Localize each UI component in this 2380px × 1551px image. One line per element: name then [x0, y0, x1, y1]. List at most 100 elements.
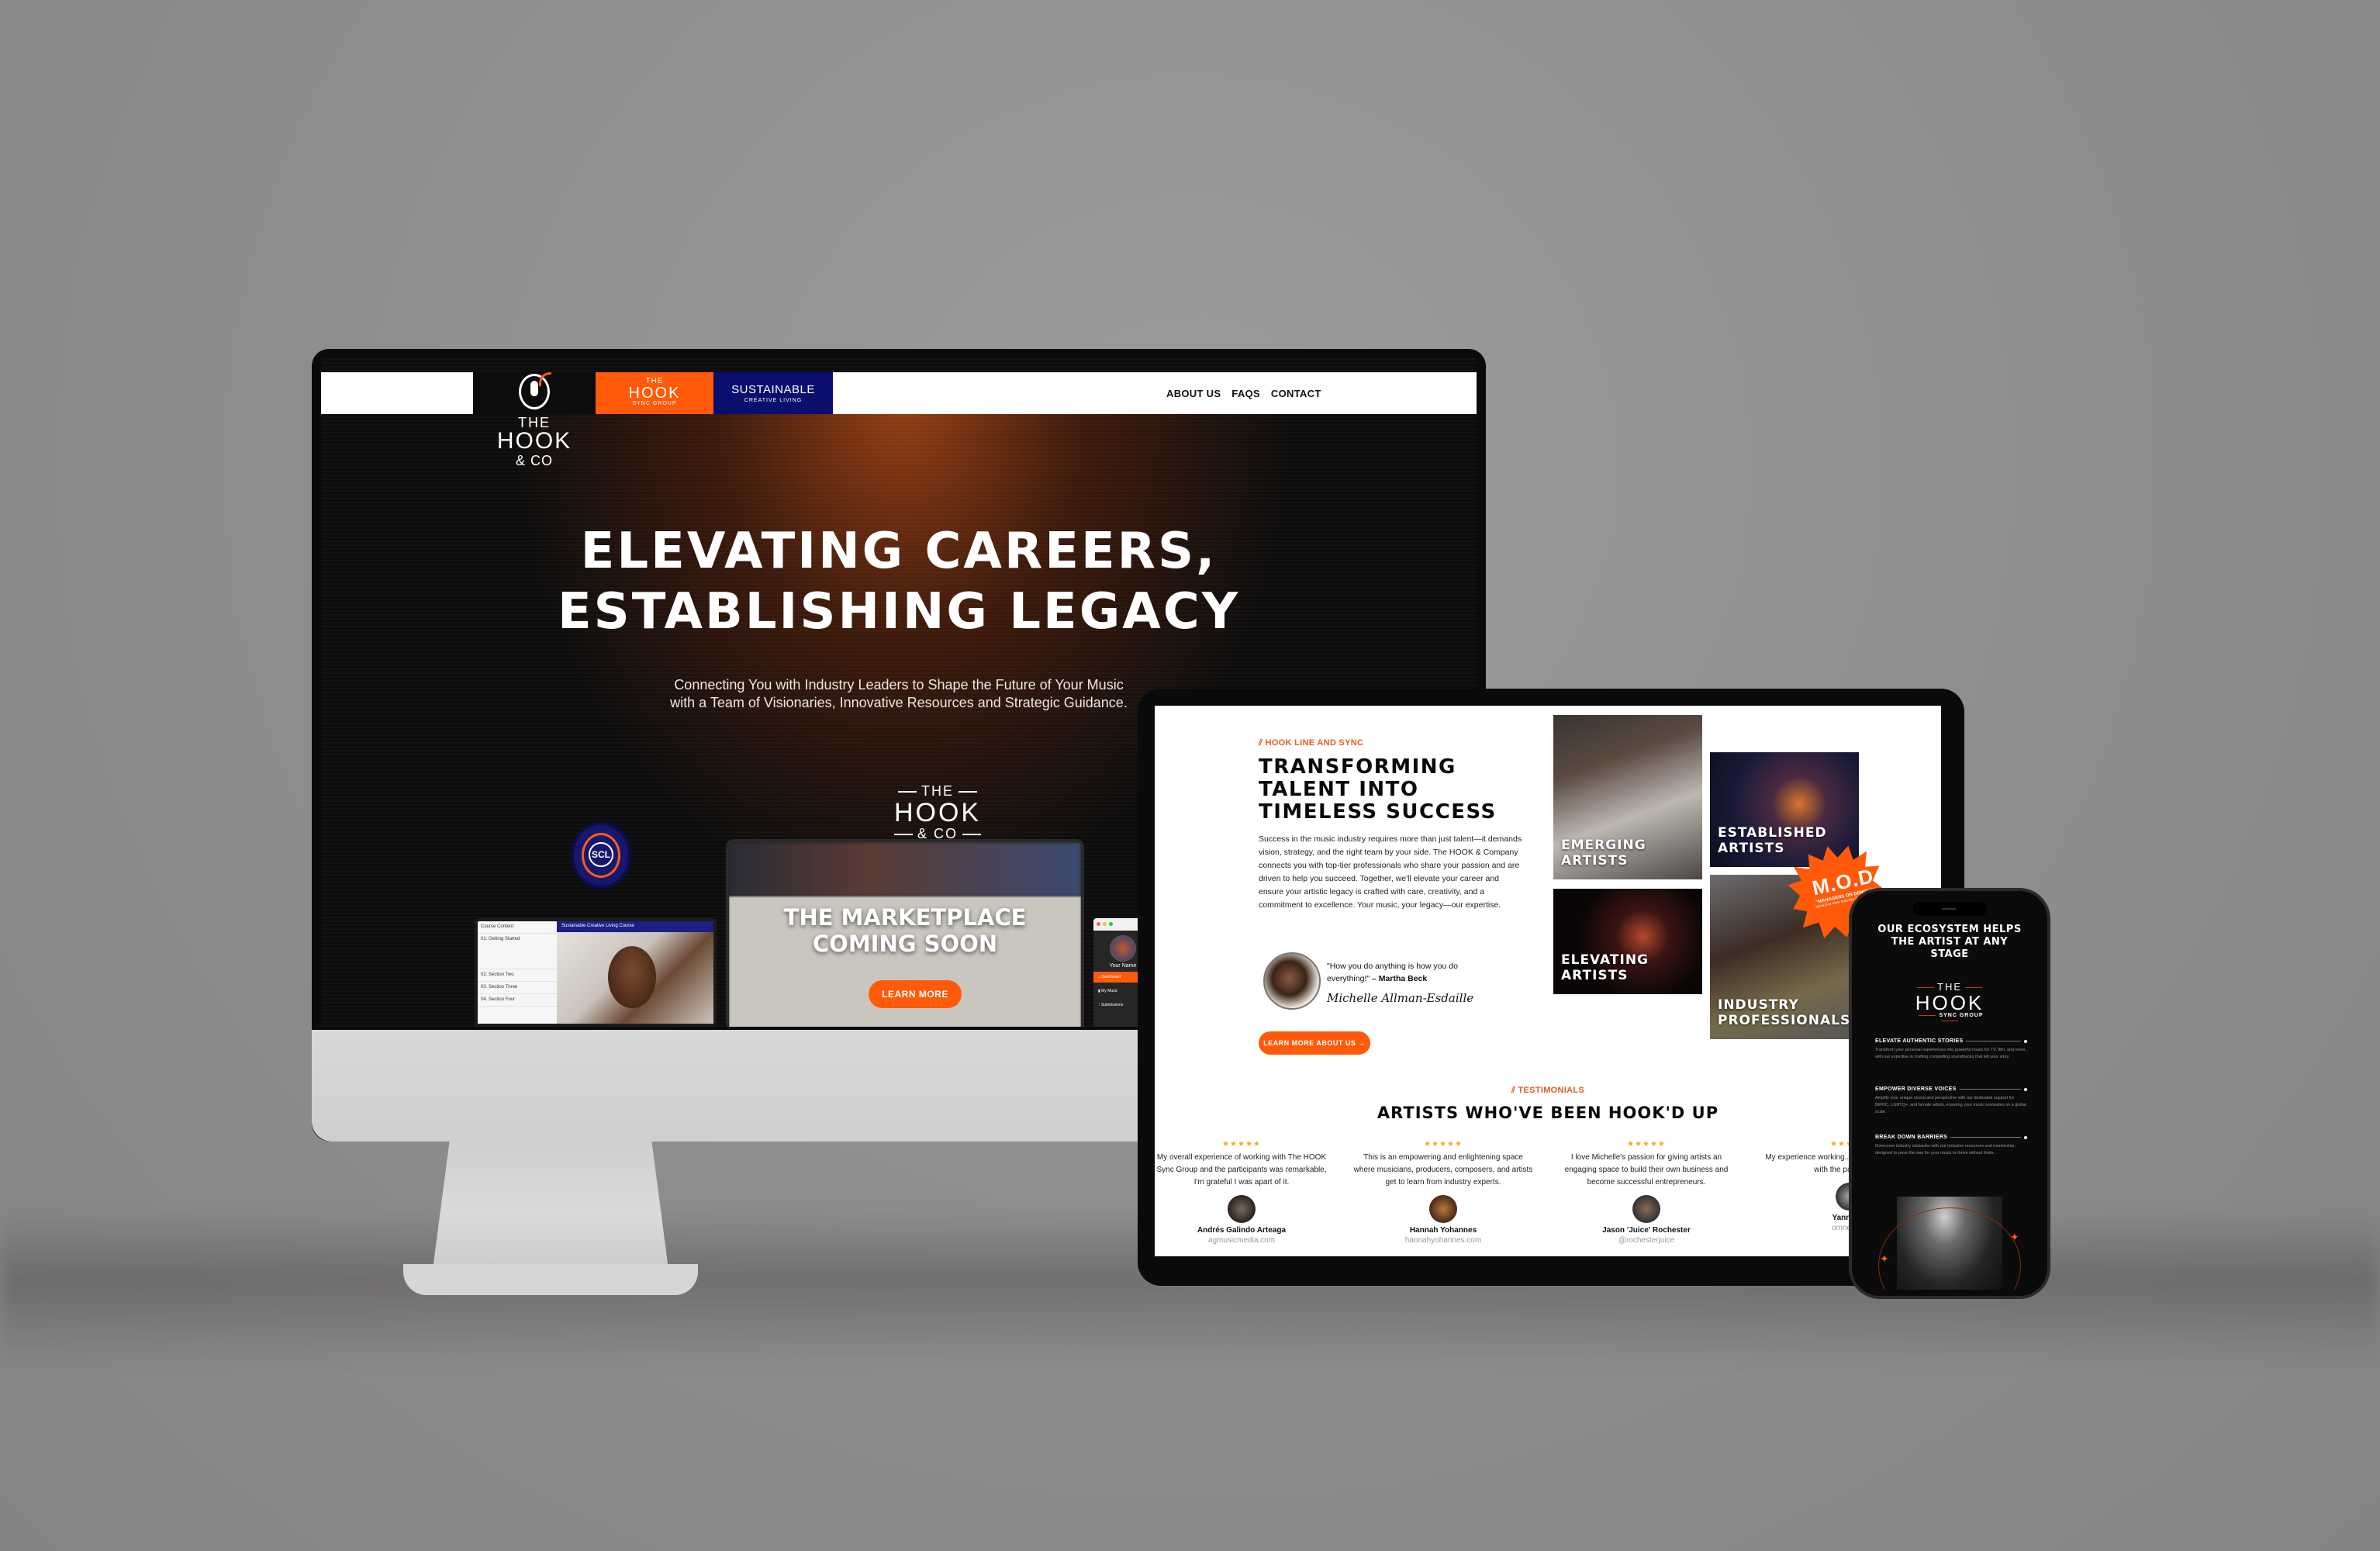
course-sidebar-title: Course Content	[478, 921, 557, 934]
ecosystem-item-title: ELEVATE AUTHENTIC STORIES	[1875, 1038, 1964, 1044]
testimonial-name: Jason 'Juice' Rochester	[1602, 1226, 1691, 1235]
sound-wave-icon	[539, 372, 551, 386]
testimonials-header: ⫽ TESTIMONIALS ARTISTS WHO'VE BEEN HOOK'…	[1155, 1086, 1941, 1122]
section-tag-label: TESTIMONIALS	[1518, 1086, 1585, 1095]
divider	[1917, 987, 1934, 989]
testimonial-handle[interactable]: agmusicmedia.com	[1155, 1236, 1332, 1245]
star-rating-icon: ★★★★★	[1627, 1140, 1666, 1149]
course-section[interactable]: 04. Section Four	[478, 994, 557, 1007]
ecosystem-title: OUR ECOSYSTEM HELPS THE ARTIST AT ANY ST…	[1877, 924, 2022, 960]
testimonial-avatar	[1632, 1195, 1660, 1223]
card-emerging-artists[interactable]: EMERGING ARTISTS	[1553, 715, 1702, 879]
learn-more-button[interactable]: LEARN MORE	[869, 980, 962, 1008]
center-logo-hook: HOOK	[893, 798, 982, 827]
course-section[interactable]: 02. Section Two	[478, 969, 557, 982]
minimize-dot-icon	[1103, 922, 1107, 926]
site-logo[interactable]: THE HOOK & CO	[484, 372, 585, 482]
hero-title-line2: ESTABLISHING LEGACY	[557, 583, 1241, 641]
card-label-line1: EMERGING	[1561, 838, 1646, 853]
card-label: EMERGING ARTISTS	[1561, 838, 1646, 869]
ecosystem-item-header: BREAK DOWN BARRIERS	[1875, 1135, 2027, 1140]
sparkle-icon: ✦	[1880, 1252, 1889, 1265]
divider	[959, 790, 977, 793]
card-label: INDUSTRY PROFESSIONALS	[1718, 997, 1850, 1028]
center-logo: THE HOOK & CO	[891, 783, 984, 842]
intro-section: ⫽ HOOK LINE AND SYNC TRANSFORMING TALENT…	[1259, 738, 1522, 912]
ecosystem-item-header: EMPOWER DIVERSE VOICES	[1875, 1086, 2027, 1092]
brand-scl-sub: CREATIVE LIVING	[744, 398, 803, 403]
slash-icon: ⫽	[1259, 738, 1263, 748]
testimonial-text: This is an empowering and enlightening s…	[1353, 1153, 1533, 1187]
card-established-artists[interactable]: ESTABLISHED ARTISTS	[1710, 752, 1859, 867]
phone-logo-sync-row: SYNC GROUP	[1905, 1013, 1995, 1024]
bullet-icon	[2024, 1087, 2027, 1091]
testimonial-card: ★★★★★ This is an empowering and enlighte…	[1353, 1140, 1533, 1245]
nav-faqs[interactable]: FAQS	[1231, 388, 1260, 399]
quote-text: "How you do anything is how you do every…	[1327, 960, 1490, 985]
intro-body: Success in the music industry requires m…	[1259, 834, 1522, 910]
divider	[1919, 1014, 1936, 1016]
phone-mockup: OUR ECOSYSTEM HELPS THE ARTIST AT ANY ST…	[1849, 888, 2050, 1299]
brand-hook-sub: SYNC GROUP	[632, 401, 677, 406]
ecosystem-item: BREAK DOWN BARRIERS Overcome industry ob…	[1875, 1135, 2027, 1157]
phone-logo-hook: HOOK	[1915, 991, 1984, 1014]
learn-more-about-us-button[interactable]: LEARN MORE ABOUT US →	[1259, 1031, 1370, 1055]
section-tag: ⫽ HOOK LINE AND SYNC	[1259, 738, 1522, 748]
nav-about-us[interactable]: ABOUT US	[1166, 388, 1221, 399]
card-label-line2: PROFESSIONALS	[1718, 1013, 1851, 1028]
marketplace-title: THE MARKETPLACE COMING SOON	[729, 904, 1081, 957]
bullet-icon	[2024, 1135, 2027, 1139]
nav-contact[interactable]: CONTACT	[1271, 388, 1321, 399]
divider	[962, 833, 981, 835]
ecosystem-item-desc: Overcome industry obstacles with our inc…	[1875, 1144, 2016, 1155]
marketplace-title-line2: COMING SOON	[812, 931, 998, 957]
hero-title-line1: ELEVATING CAREERS,	[580, 523, 1218, 580]
logo-co: & CO	[515, 453, 553, 468]
ecosystem-item-desc: Amplify your unique sound and perspectiv…	[1875, 1096, 2026, 1114]
testimonial-handle[interactable]: @rochesterjuice	[1556, 1236, 1736, 1245]
section-tag: ⫽ TESTIMONIALS	[1155, 1086, 1941, 1096]
ecosystem-item-desc: Transform your personal experiences into…	[1875, 1048, 2026, 1059]
hero-subtitle: Connecting You with Industry Leaders to …	[670, 677, 1128, 710]
sustainable-creative-living-link[interactable]: SUSTAINABLE CREATIVE LIVING	[713, 372, 833, 414]
hook-sync-group-logo: THE HOOK SYNC GROUP	[1905, 981, 1995, 1024]
divider	[898, 790, 917, 793]
course-header: Sustainable Creative Living Course	[557, 921, 713, 932]
quote-author: – Martha Beck	[1372, 974, 1428, 983]
intro-title: TRANSFORMING TALENT INTO TIMELESS SUCCES…	[1259, 755, 1497, 824]
close-dot-icon	[1097, 922, 1100, 926]
marketplace-title-line1: THE MARKETPLACE	[783, 904, 1027, 931]
phone-notch	[1912, 902, 1987, 916]
ecosystem-item: EMPOWER DIVERSE VOICES Amplify your uniq…	[1875, 1086, 2027, 1116]
star-rating-icon: ★★★★★	[1222, 1140, 1261, 1149]
hero-title: ELEVATING CAREERS, ESTABLISHING LEGACY	[321, 521, 1477, 642]
testimonial-card: ★★★★★ I love Michelle's passion for givi…	[1556, 1140, 1736, 1245]
card-label-line1: ELEVATING	[1561, 952, 1649, 968]
divider	[1959, 1089, 2021, 1090]
course-preview: Course Content 01. Getting Started 02. S…	[475, 918, 717, 1027]
card-label-line2: ARTISTS	[1561, 853, 1629, 869]
bullet-icon	[2024, 1039, 2027, 1043]
card-label-line1: ESTABLISHED	[1718, 825, 1827, 841]
course-section[interactable]: 03. Section Three	[478, 982, 557, 994]
divider	[1965, 987, 1982, 989]
card-elevating-artists[interactable]: ELEVATING ARTISTS	[1553, 889, 1702, 994]
center-logo-the: THE	[921, 783, 954, 799]
card-label: ELEVATING ARTISTS	[1561, 952, 1649, 983]
brand-scl-name: SUSTAINABLE	[731, 383, 815, 396]
hook-sync-group-link[interactable]: THE HOOK SYNC GROUP	[596, 372, 713, 414]
course-video-thumbnail[interactable]	[557, 932, 713, 1024]
divider	[893, 833, 913, 835]
testimonial-handle[interactable]: hannahyohannes.com	[1353, 1236, 1533, 1245]
testimonials-title: ARTISTS WHO'VE BEEN HOOK'D UP	[1377, 1104, 1719, 1122]
dash-item-label: Dashboard	[1101, 975, 1121, 979]
maximize-dot-icon	[1109, 922, 1113, 926]
testimonial-text: I love Michelle's passion for giving art…	[1564, 1153, 1729, 1187]
testimonial-avatar	[1228, 1195, 1256, 1223]
testimonial-text: My overall experience of working with Th…	[1156, 1153, 1327, 1187]
phone-screen: OUR ECOSYSTEM HELPS THE ARTIST AT ANY ST…	[1858, 897, 2041, 1290]
testimonial-avatar	[1429, 1195, 1457, 1223]
course-sidebar: Course Content 01. Getting Started 02. S…	[478, 921, 557, 1024]
course-section[interactable]: 01. Getting Started	[478, 934, 557, 969]
section-tag-label: HOOK LINE AND SYNC	[1265, 738, 1364, 748]
